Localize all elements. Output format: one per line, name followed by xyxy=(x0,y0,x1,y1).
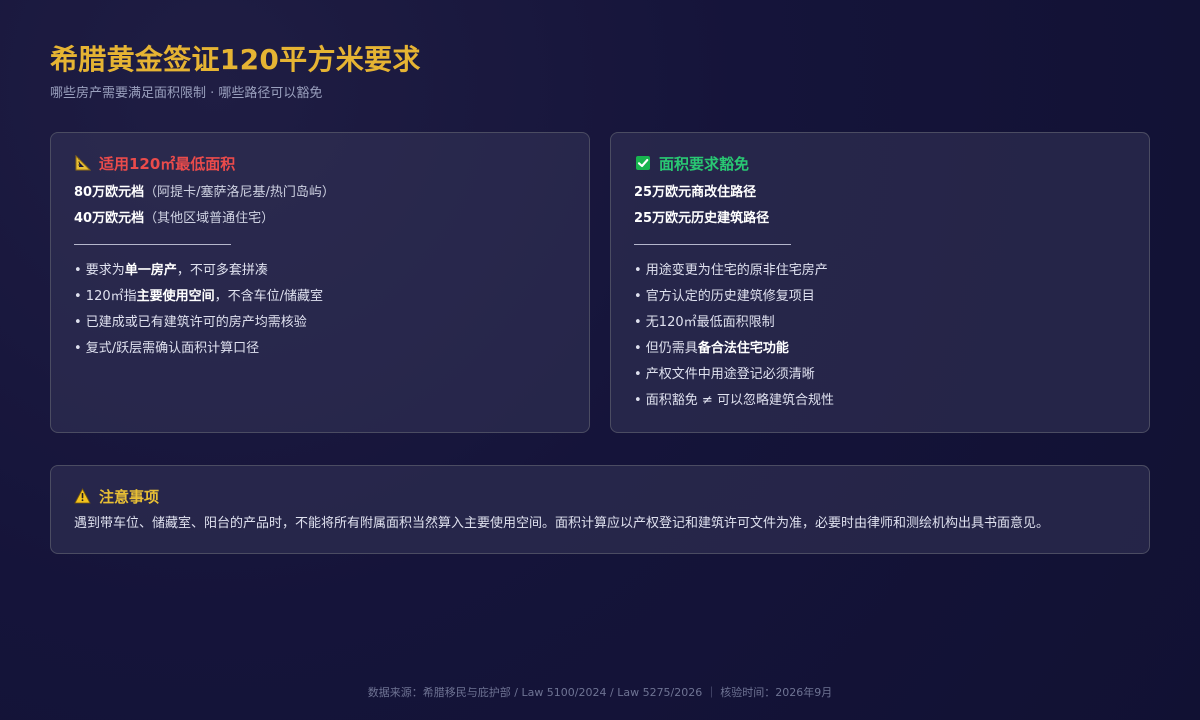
check-mark-icon xyxy=(634,155,651,172)
notice-text: 遇到带车位、储藏室、阳台的产品时，不能将所有附属面积当然算入主要使用空间。面积计… xyxy=(74,516,1050,531)
triangle-ruler-icon xyxy=(74,155,91,172)
tier-400k-label: 40万欧元档 xyxy=(74,211,145,226)
right-bullet-2: • 官方认定的历史建筑修复项目 xyxy=(634,289,815,304)
right-bullet-5: • 产权文件中用途登记必须清晰 xyxy=(634,367,815,382)
tier-800k-line: 80万欧元档（阿提卡/塞萨洛尼基/热门岛屿） xyxy=(74,184,335,202)
left-bullet-2: • 120㎡指主要使用空间，不含车位/储藏室 xyxy=(74,289,324,304)
exemption-title: 面积要求豁免 xyxy=(659,154,750,173)
exemption-card: 面积要求豁免 25万欧元商改住路径 25万欧元历史建筑路径 • 用途变更为住宅的… xyxy=(610,132,1150,433)
tier-400k-note: （其他区域普通住宅） xyxy=(144,211,275,226)
tier-400k-line: 40万欧元档（其他区域普通住宅） xyxy=(74,210,274,228)
notice-card: 注意事项 遇到带车位、储藏室、阳台的产品时，不能将所有附属面积当然算入主要使用空… xyxy=(50,465,1150,554)
notice-title: 注意事项 xyxy=(99,487,160,506)
tier-800k-label: 80万欧元档 xyxy=(74,185,145,200)
page-subtitle: 哪些房产需要满足面积限制 · 哪些路径可以豁免 xyxy=(50,86,323,101)
left-divider xyxy=(74,244,231,245)
commercial-path-line: 25万欧元商改住路径 xyxy=(634,184,756,202)
notice-heading: 注意事项 xyxy=(74,485,159,507)
commercial-path: 25万欧元商改住路径 xyxy=(634,185,757,200)
left-bullet-3: • 已建成或已有建筑许可的房产均需核验 xyxy=(74,315,307,330)
minimum-area-heading: 适用120㎡最低面积 xyxy=(74,152,235,174)
left-bullet-1: • 要求为单一房产，不可多套拼凑 xyxy=(74,263,268,278)
historic-path-line: 25万欧元历史建筑路径 xyxy=(634,210,769,228)
right-bullet-1: • 用途变更为住宅的原非住宅房产 xyxy=(634,263,828,278)
page-title: 希腊黄金签证120平方米要求 xyxy=(50,43,421,76)
right-bullet-3: • 无120㎡最低面积限制 xyxy=(634,315,775,330)
minimum-area-title: 适用120㎡最低面积 xyxy=(99,154,236,173)
warning-icon xyxy=(74,488,91,505)
left-bullet-4: • 复式/跃层需确认面积计算口径 xyxy=(74,341,260,356)
right-divider xyxy=(634,244,791,245)
right-bullet-4: • 但仍需具备合法住宅功能 xyxy=(634,341,789,356)
minimum-area-card: 适用120㎡最低面积 80万欧元档（阿提卡/塞萨洛尼基/热门岛屿） 40万欧元档… xyxy=(50,132,590,433)
tier-800k-note: （阿提卡/塞萨洛尼基/热门岛屿） xyxy=(144,185,335,200)
source-footer: 数据来源：希腊移民与庇护部 / Law 5100/2024 / Law 5275… xyxy=(367,686,833,699)
right-bullet-6: • 面积豁免 ≠ 可以忽略建筑合规性 xyxy=(634,393,834,408)
exemption-heading: 面积要求豁免 xyxy=(634,152,749,174)
historic-path: 25万欧元历史建筑路径 xyxy=(634,211,770,226)
